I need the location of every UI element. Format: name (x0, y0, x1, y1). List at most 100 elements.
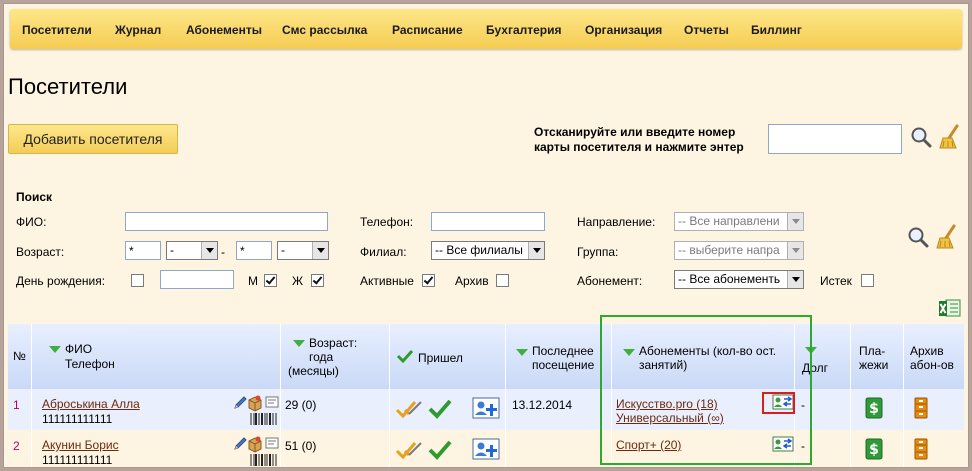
nav-schedule[interactable]: Расписание (392, 23, 463, 37)
col-fio-label: ФИО (65, 342, 93, 356)
col-fio[interactable]: ФИО Телефон (32, 324, 281, 389)
birthday-input[interactable] (160, 270, 234, 289)
nav-reports[interactable]: Отчеты (684, 23, 729, 37)
age-from-unit-select[interactable]: - (166, 241, 218, 260)
nav-billing[interactable]: Биллинг (751, 23, 802, 37)
add-visit-icon[interactable] (472, 438, 500, 460)
sort-arrow-icon (49, 346, 61, 353)
age-to-unit-select[interactable]: - (277, 241, 329, 260)
check-icon[interactable] (428, 397, 452, 419)
male-checkbox[interactable] (264, 274, 277, 287)
nav-sms[interactable]: Смс рассылка (282, 23, 367, 37)
chevron-down-icon (201, 242, 217, 259)
pencil-edit-icon[interactable] (232, 395, 248, 411)
visitor-age: 51 (0) (285, 439, 317, 453)
archive-checkbox[interactable] (496, 274, 509, 287)
double-check-icon[interactable] (395, 440, 423, 460)
row-age-cell: 51 (0) (281, 430, 390, 467)
barcode-icon[interactable] (250, 412, 278, 426)
add-visitor-button[interactable]: Добавить посетителя (8, 124, 178, 154)
visitor-name-link[interactable]: Аброськина Алла (42, 397, 140, 411)
fio-input[interactable] (125, 212, 328, 231)
group-label: Группа: (577, 245, 619, 259)
chevron-down-icon (787, 213, 803, 230)
row-num-value: 2 (13, 439, 20, 453)
subscription-label: Абонемент: (577, 274, 643, 288)
nav-visitors[interactable]: Посетители (22, 23, 92, 37)
group-value: -- выберите напра (678, 243, 780, 257)
nav-subscriptions[interactable]: Абонементы (186, 23, 262, 37)
col-came[interactable]: Пришел (390, 324, 506, 389)
add-visit-icon[interactable] (472, 397, 500, 419)
card-scan-input[interactable] (768, 124, 902, 154)
box-icon[interactable] (247, 435, 263, 453)
age-to-input[interactable] (236, 241, 272, 260)
svg-text:$: $ (869, 401, 879, 417)
col-num-label: № (13, 349, 26, 363)
col-last-visit[interactable]: Последнее посещение (506, 324, 612, 389)
dollar-payment-icon[interactable]: $ (865, 438, 883, 460)
col-num: № (8, 324, 32, 389)
age-label: Возраст: (16, 245, 65, 259)
female-label: Ж (292, 274, 304, 288)
nav-accounting[interactable]: Бухгалтерия (486, 23, 562, 37)
col-payments: Пла- жежи (851, 324, 904, 389)
active-label: Активные (360, 274, 414, 288)
direction-value: -- Все направлени (678, 214, 780, 228)
check-icon (396, 349, 414, 363)
visitor-name-link[interactable]: Акунин Борис (42, 438, 119, 452)
highlight-red-box (762, 392, 795, 414)
chevron-down-icon (787, 242, 803, 259)
direction-select[interactable]: -- Все направлени (674, 212, 804, 231)
birthday-checkbox[interactable] (131, 274, 144, 287)
row-payments-cell: $ (851, 389, 904, 430)
active-checkbox[interactable] (422, 274, 435, 287)
sort-arrow-icon (293, 340, 305, 347)
box-icon[interactable] (247, 394, 263, 412)
visitor-phone: 111111111111 (42, 412, 113, 426)
col-archive-label-2: абон-ов (910, 358, 954, 372)
visitor-phone: 111111111111 (42, 453, 113, 467)
double-check-icon[interactable] (395, 399, 423, 419)
age-from-input[interactable] (125, 241, 161, 260)
chevron-down-icon (312, 242, 328, 259)
scan-label: Отсканируйте или введите номер карты пос… (534, 125, 744, 154)
search-icon[interactable] (907, 226, 929, 248)
archive-cabinet-icon[interactable] (914, 397, 928, 419)
age-from-unit-value: - (170, 243, 174, 257)
chevron-down-icon (528, 242, 544, 259)
broom-clear-icon[interactable] (935, 224, 959, 250)
app-window: Посетители Журнал Абонементы Смс рассылк… (3, 3, 969, 468)
col-archive-label: Архив (910, 344, 944, 358)
subscription-value: -- Все абонементь (678, 272, 781, 286)
pencil-edit-icon[interactable] (232, 436, 248, 452)
col-payments-label-2: жежи (859, 358, 889, 372)
row-came-cell (390, 389, 506, 430)
subscription-select[interactable]: -- Все абонементь (674, 270, 804, 289)
barcode-icon[interactable] (250, 453, 278, 467)
highlight-green-box (600, 315, 812, 465)
visitor-age: 29 (0) (285, 398, 317, 412)
nav-organization[interactable]: Организация (585, 23, 662, 37)
group-select[interactable]: -- выберите напра (674, 241, 804, 260)
col-age[interactable]: Возраст: года (месяцы) (281, 324, 390, 389)
broom-clear-icon[interactable] (938, 124, 962, 150)
col-age-label-2: года (309, 350, 334, 364)
card-icon[interactable] (265, 436, 279, 450)
nav-journal[interactable]: Журнал (115, 23, 161, 37)
card-icon[interactable] (265, 395, 279, 409)
expired-checkbox[interactable] (861, 274, 874, 287)
female-checkbox[interactable] (311, 274, 324, 287)
phone-input[interactable] (431, 212, 545, 231)
row-payments-cell: $ (851, 430, 904, 467)
check-icon[interactable] (428, 438, 452, 460)
excel-export-icon[interactable] (938, 297, 962, 319)
row-last-visit-cell (506, 430, 612, 467)
row-archive-cell (904, 430, 964, 467)
dollar-payment-icon[interactable]: $ (865, 397, 883, 419)
archive-cabinet-icon[interactable] (914, 438, 928, 460)
search-title: Поиск (16, 190, 53, 204)
search-icon[interactable] (910, 126, 932, 148)
row-archive-cell (904, 389, 964, 430)
branch-select[interactable]: -- Все филиалы (431, 241, 545, 260)
